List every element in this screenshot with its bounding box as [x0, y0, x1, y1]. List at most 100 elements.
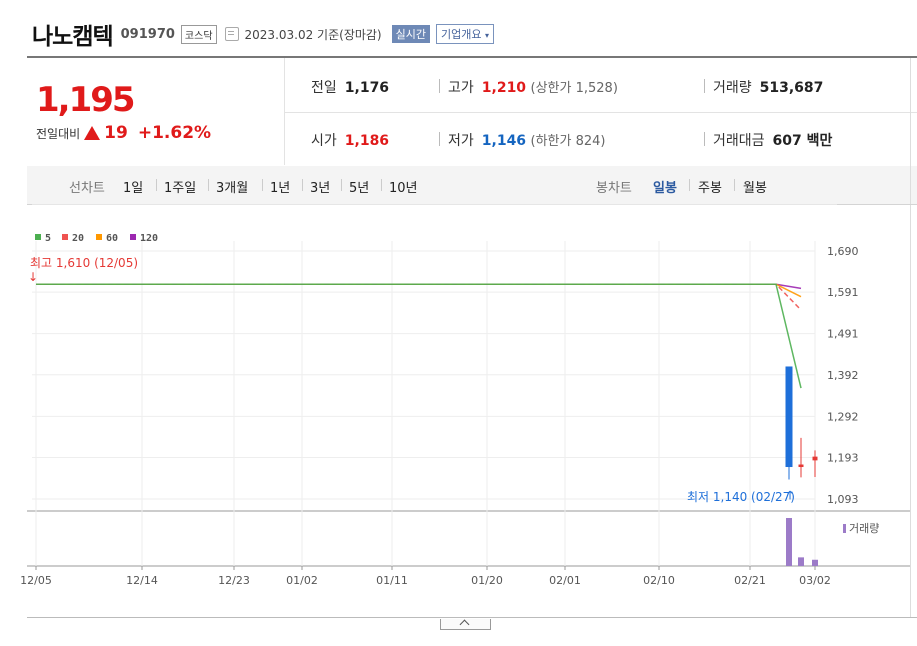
- divider: [734, 179, 735, 191]
- change-value: 19: [104, 123, 128, 143]
- legend-swatch: [35, 234, 41, 240]
- current-price: 1,195: [36, 80, 136, 120]
- line-chart-label: 선차트: [69, 181, 105, 196]
- volume-bar: [798, 557, 804, 566]
- legend-label: 60: [106, 233, 118, 244]
- high-label: 고가: [448, 80, 474, 96]
- open-value: 1,186: [344, 133, 390, 149]
- change-percent: +1.62%: [137, 123, 212, 143]
- amount-label: 거래대금: [713, 133, 765, 149]
- tab-daily[interactable]: 일봉: [653, 177, 677, 196]
- divider: [208, 179, 209, 191]
- divider: [381, 179, 382, 191]
- divider: [302, 179, 303, 191]
- x-tick-label: 01/20: [471, 574, 503, 587]
- quote-panel: 1,195 전일대비 19 +1.62% 전일 1,176 고가 1,210 (상한…: [27, 58, 917, 167]
- x-tick-label: 02/01: [549, 574, 581, 587]
- change-label: 전일대비: [36, 126, 81, 141]
- tab-3y[interactable]: 3년: [310, 177, 330, 196]
- y-tick-label: 1,093: [827, 493, 859, 506]
- x-tick-label: 01/02: [286, 574, 318, 587]
- volume-legend-swatch: [843, 524, 846, 533]
- prev-close-value: 1,176: [344, 80, 390, 96]
- tab-weekly[interactable]: 주봉: [698, 177, 722, 196]
- volume-value: 513,687: [759, 80, 824, 96]
- legend-label: 20: [72, 233, 84, 244]
- x-tick-label: 12/05: [20, 574, 52, 587]
- tab-1w[interactable]: 1주일: [164, 177, 196, 196]
- candle-body: [785, 366, 793, 468]
- legend-swatch: [130, 234, 136, 240]
- open-label: 시가: [311, 133, 337, 149]
- y-tick-label: 1,193: [827, 451, 859, 464]
- candle-chart-label: 봉차트: [596, 181, 632, 196]
- calendar-icon: [224, 27, 239, 41]
- chevron-down-icon: ▾: [484, 31, 489, 40]
- company-overview-dropdown[interactable]: 기업개요 ▾: [436, 24, 494, 44]
- divider: [704, 79, 705, 93]
- tab-3m[interactable]: 3개월: [216, 177, 248, 196]
- high-value: 1,210: [481, 80, 527, 96]
- y-tick-label: 1,292: [827, 410, 859, 423]
- divider: [689, 179, 690, 191]
- price-change: 전일대비 19 +1.62%: [36, 123, 211, 143]
- trade-amount: 거래대금 607 백만: [713, 130, 832, 150]
- price-box: 1,195 전일대비 19 +1.62%: [27, 58, 285, 165]
- divider: [156, 179, 157, 191]
- chart-bottom-divider: [27, 617, 917, 618]
- volume-bar: [812, 559, 818, 566]
- divider: [262, 179, 263, 191]
- y-tick-label: 1,690: [827, 245, 859, 258]
- y-tick-label: 1,392: [827, 369, 859, 382]
- y-tick-label: 1,591: [827, 286, 859, 299]
- company-name: 나노캠텍: [32, 24, 114, 50]
- divider: [439, 79, 440, 93]
- low-value: 1,146: [481, 133, 527, 149]
- volume-legend-label: 거래량: [849, 522, 879, 535]
- plot-background: [32, 204, 837, 512]
- tab-5y[interactable]: 5년: [349, 177, 369, 196]
- divider: [704, 132, 705, 146]
- realtime-button[interactable]: 실시간: [391, 25, 430, 43]
- legend-label: 5: [45, 233, 51, 244]
- legend-label: 120: [140, 233, 158, 244]
- open-price: 시가 1,186: [311, 130, 389, 150]
- low-label: 저가: [448, 133, 474, 149]
- x-tick-label: 12/23: [218, 574, 250, 587]
- prev-close: 전일 1,176: [311, 77, 389, 97]
- high-arrow-icon: ↓: [28, 270, 38, 284]
- stock-header: 나노캠텍 091970 코스닥 2023.03.02 기준(장마감) 실시간 기…: [32, 14, 494, 54]
- company-overview-label: 기업개요: [441, 28, 482, 41]
- stock-chart: 1,690 1,591 1,491 1,392 1,292 1,193 1,093 12/05…: [20, 204, 917, 587]
- high-annotation: 최고 1,610 (12/05): [30, 256, 138, 270]
- legend-swatch: [96, 234, 102, 240]
- stock-code: 091970: [120, 26, 175, 42]
- y-tick-label: 1,491: [827, 328, 859, 341]
- legend-swatch: [62, 234, 68, 240]
- divider: [439, 132, 440, 146]
- low-annotation: 최저 1,140 (02/27): [687, 490, 795, 504]
- candle-body: [798, 464, 804, 468]
- volume-bar: [786, 518, 792, 566]
- tab-monthly[interactable]: 월봉: [743, 177, 767, 196]
- market-badge: 코스닥: [180, 24, 217, 44]
- up-arrow-icon: [84, 126, 101, 140]
- divider: [341, 179, 342, 191]
- tab-10y[interactable]: 10년: [389, 177, 418, 196]
- amount-value: 607 백만: [772, 133, 833, 149]
- tab-1y[interactable]: 1년: [270, 177, 290, 196]
- quote-row-divider: [284, 112, 917, 113]
- lower-limit: (하한가 824): [530, 134, 606, 149]
- tab-1d[interactable]: 1일: [123, 177, 143, 196]
- prev-close-label: 전일: [311, 80, 337, 96]
- low-price: 저가 1,146 (하한가 824): [448, 130, 606, 150]
- candle-body: [812, 456, 818, 461]
- x-tick-label: 03/02: [799, 574, 831, 587]
- x-tick-label: 02/21: [734, 574, 766, 587]
- upper-limit: (상한가 1,528): [530, 81, 618, 96]
- high-price: 고가 1,210 (상한가 1,528): [448, 77, 618, 97]
- x-tick-label: 02/10: [643, 574, 675, 587]
- collapse-chart-button[interactable]: [440, 619, 491, 630]
- x-tick-label: 01/11: [376, 574, 408, 587]
- volume: 거래량 513,687: [713, 77, 823, 97]
